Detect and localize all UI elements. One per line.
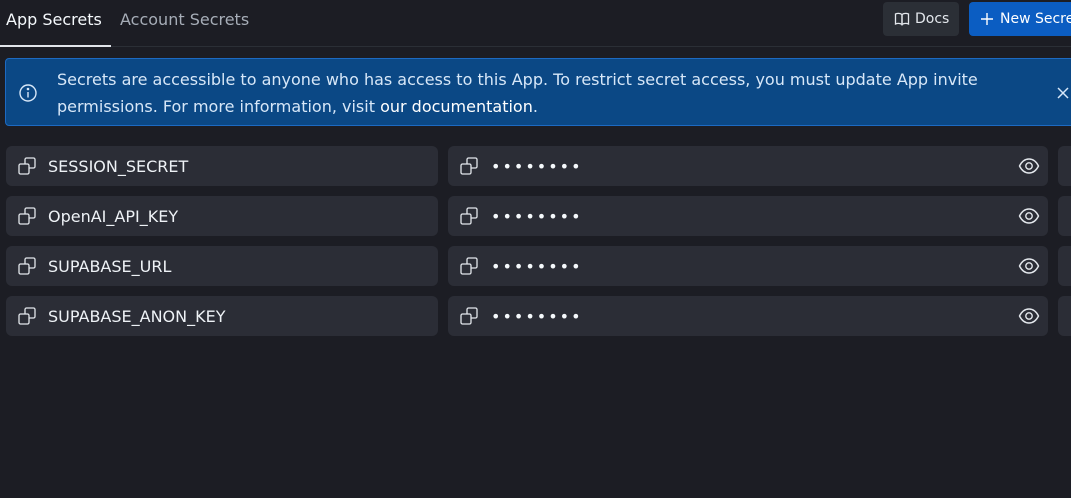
secret-key-field[interactable]: SUPABASE_ANON_KEY xyxy=(6,296,438,336)
secret-key-label: OpenAI_API_KEY xyxy=(48,206,179,226)
eye-icon[interactable] xyxy=(1018,205,1040,227)
info-banner: Secrets are accessible to anyone who has… xyxy=(5,58,1071,126)
secret-value-masked: •••••••• xyxy=(491,156,583,176)
secret-value-masked: •••••••• xyxy=(491,306,583,326)
secret-key-field[interactable]: SESSION_SECRET xyxy=(6,146,438,186)
eye-icon[interactable] xyxy=(1018,255,1040,277)
tab-app-secrets[interactable]: App Secrets xyxy=(0,0,111,47)
new-secret-button-label: New Secret xyxy=(1000,11,1071,27)
app-secrets-page: App Secrets Account Secrets Docs New Sec… xyxy=(0,0,1071,498)
eye-icon[interactable] xyxy=(1018,305,1040,327)
secret-row: OpenAI_API_KEY •••••••• xyxy=(0,196,1071,236)
secret-row: SUPABASE_ANON_KEY •••••••• xyxy=(0,296,1071,336)
copy-icon[interactable] xyxy=(17,206,37,226)
secret-key-field[interactable]: SUPABASE_URL xyxy=(6,246,438,286)
secret-key-field[interactable]: OpenAI_API_KEY xyxy=(6,196,438,236)
banner-message: Secrets are accessible to anyone who has… xyxy=(57,66,1017,120)
book-icon xyxy=(894,12,910,26)
secret-value-field[interactable]: •••••••• xyxy=(448,246,1048,286)
tab-account-secrets[interactable]: Account Secrets xyxy=(114,0,255,47)
secret-row: SUPABASE_URL •••••••• xyxy=(0,246,1071,286)
secret-row: SESSION_SECRET •••••••• xyxy=(0,146,1071,186)
secret-value-field[interactable]: •••••••• xyxy=(448,146,1048,186)
secret-row-actions[interactable] xyxy=(1058,196,1071,236)
copy-icon[interactable] xyxy=(17,256,37,276)
secret-key-label: SESSION_SECRET xyxy=(48,156,189,176)
copy-icon[interactable] xyxy=(17,306,37,326)
copy-icon[interactable] xyxy=(17,156,37,176)
info-icon xyxy=(19,84,37,102)
secret-key-label: SUPABASE_URL xyxy=(48,256,172,276)
banner-suffix: . xyxy=(532,97,538,116)
copy-icon[interactable] xyxy=(459,256,479,276)
eye-icon[interactable] xyxy=(1018,155,1040,177)
documentation-link[interactable]: our documentation xyxy=(380,97,533,116)
copy-icon[interactable] xyxy=(459,306,479,326)
copy-icon[interactable] xyxy=(459,206,479,226)
docs-button-label: Docs xyxy=(915,11,950,27)
secret-value-field[interactable]: •••••••• xyxy=(448,196,1048,236)
close-icon[interactable] xyxy=(1055,85,1071,101)
secret-value-field[interactable]: •••••••• xyxy=(448,296,1048,336)
new-secret-button[interactable]: New Secret xyxy=(969,2,1071,36)
plus-icon xyxy=(981,13,993,25)
secret-value-masked: •••••••• xyxy=(491,256,583,276)
secret-row-actions[interactable] xyxy=(1058,146,1071,186)
secret-row-actions[interactable] xyxy=(1058,296,1071,336)
secret-row-actions[interactable] xyxy=(1058,246,1071,286)
tab-bar: App Secrets Account Secrets Docs New Sec… xyxy=(0,0,1071,47)
secret-value-masked: •••••••• xyxy=(491,206,583,226)
copy-icon[interactable] xyxy=(459,156,479,176)
docs-button[interactable]: Docs xyxy=(883,2,959,36)
secret-key-label: SUPABASE_ANON_KEY xyxy=(48,306,226,326)
